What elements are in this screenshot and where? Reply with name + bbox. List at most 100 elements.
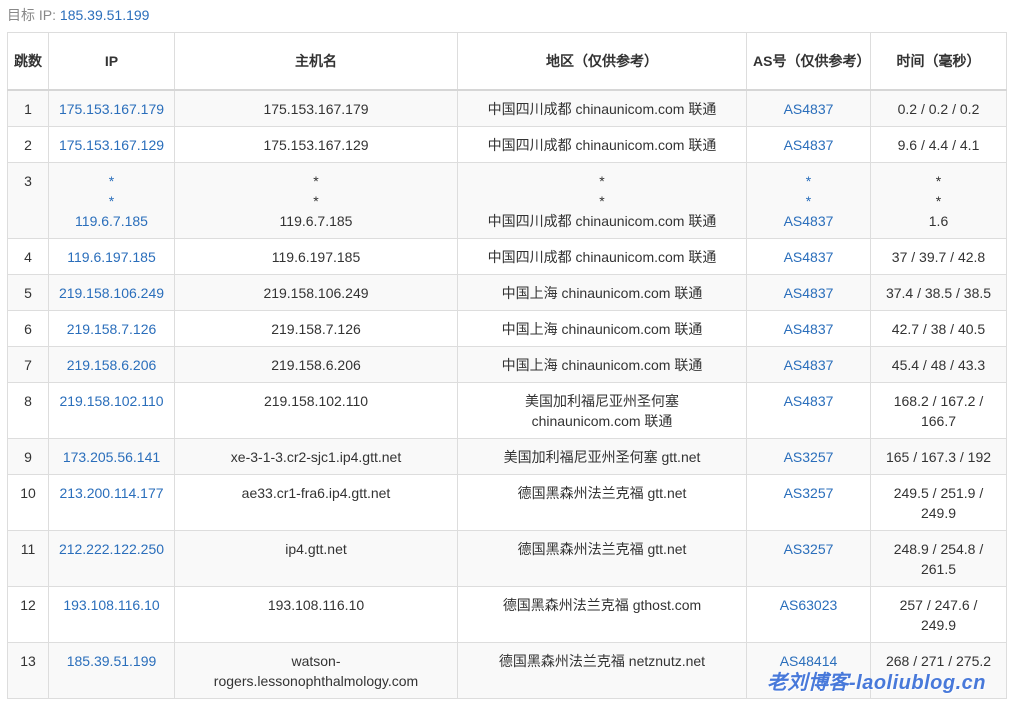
cell-as-link: * (805, 193, 812, 209)
table-cell-region: 中国四川成都 chinaunicom.com 联通 (457, 89, 747, 127)
table-cell-as: AS4837 (746, 274, 871, 311)
watermark: 老刘博客-laoliublog.cn (767, 672, 986, 694)
cell-host: * (313, 193, 319, 209)
cell-region: 德国黑森州法兰克福 gtt.net (517, 485, 687, 501)
cell-as-link[interactable]: AS4837 (751, 211, 866, 231)
cell-region: chinaunicom.com 联通 (531, 413, 673, 429)
cell-ip-link[interactable]: 173.205.56.141 (53, 447, 170, 467)
cell-ip-link[interactable]: 219.158.6.206 (53, 355, 170, 375)
cell-ip-link[interactable]: 219.158.106.249 (53, 283, 170, 303)
cell-ip-link[interactable]: 213.200.114.177 (53, 483, 170, 503)
table-cell-host: ip4.gtt.net (174, 530, 458, 587)
cell-as-link[interactable]: AS4837 (751, 247, 866, 267)
cell-as-link[interactable]: AS4837 (751, 135, 866, 155)
table-cell-time: 0.2 / 0.2 / 0.2 (870, 89, 1007, 127)
cell-as-link[interactable]: AS63023 (751, 595, 866, 615)
cell-host: 193.108.116.10 (267, 597, 365, 613)
cell-region: 中国四川成都 chinaunicom.com 联通 (487, 213, 717, 229)
cell-region: 中国四川成都 chinaunicom.com 联通 (487, 101, 717, 117)
table-row: 7 219.158.6.206 219.158.6.206 中国上海 chinauni… (7, 346, 1007, 383)
cell-as-link[interactable]: AS4837 (751, 391, 866, 411)
target-ip-label: 目标 IP: (7, 7, 57, 23)
cell-time: 0.2 / 0.2 / 0.2 (897, 101, 980, 117)
cell-region: 中国上海 chinaunicom.com 联通 (501, 357, 703, 373)
table-cell-region: 中国上海 chinaunicom.com 联通 (457, 346, 747, 383)
cell-ip-link[interactable]: 212.222.122.250 (53, 539, 170, 559)
cell-ip-link[interactable]: 185.39.51.199 (53, 651, 170, 671)
cell-ip-link[interactable]: 219.158.7.126 (53, 319, 170, 339)
table-cell-hop: 3 (7, 162, 49, 239)
table-cell-time: 37.4 / 38.5 / 38.5 (870, 274, 1007, 311)
table-cell-hop: 5 (7, 274, 49, 311)
cell-time: 45.4 / 48 / 43.3 (891, 357, 986, 373)
table-cell-as: AS4837 (746, 126, 871, 163)
cell-as-link: * (805, 173, 812, 189)
cell-as-link[interactable]: AS4837 (751, 355, 866, 375)
table-cell-host: xe-3-1-3.cr2-sjc1.ip4.gtt.net (174, 438, 458, 475)
table-cell-as: * * AS4837 (746, 162, 871, 239)
cell-host: ip4.gtt.net (285, 541, 347, 557)
cell-as-link[interactable]: AS4837 (751, 319, 866, 339)
cell-time: 168.2 / 167.2 / (893, 393, 984, 409)
table-cell-time: 42.7 / 38 / 40.5 (870, 310, 1007, 347)
table-cell-time: 257 / 247.6 / 249.9 (870, 586, 1007, 643)
table-cell-host: 219.158.7.126 (174, 310, 458, 347)
cell-region: 德国黑森州法兰克福 netznutz.net (498, 653, 706, 669)
cell-host: 219.158.106.249 (263, 285, 369, 301)
table-cell-host: ae33.cr1-fra6.ip4.gtt.net (174, 474, 458, 531)
table-cell-as: AS4837 (746, 238, 871, 275)
table-cell-region: * * 中国四川成都 chinaunicom.com 联通 (457, 162, 747, 239)
header-time: 时间（毫秒） (870, 32, 1007, 91)
table-cell-as: AS3257 (746, 438, 871, 475)
table-row: 12 193.108.116.10 193.108.116.10 德国黑森州法兰克福 … (7, 586, 1007, 643)
table-cell-ip: 185.39.51.199 (48, 642, 175, 699)
cell-ip-link[interactable]: 175.153.167.129 (53, 135, 170, 155)
table-cell-as: AS4837 (746, 382, 871, 439)
table-cell-hop: 8 (7, 382, 49, 439)
cell-region: 中国上海 chinaunicom.com 联通 (501, 321, 703, 337)
cell-as-link[interactable]: AS3257 (751, 447, 866, 467)
cell-host: watson- (291, 653, 341, 669)
table-row: 9 173.205.56.141 xe-3-1-3.cr2-sjc1.ip4.gtt… (7, 438, 1007, 475)
table-cell-region: 中国四川成都 chinaunicom.com 联通 (457, 126, 747, 163)
cell-host: 219.158.6.206 (271, 357, 361, 373)
cell-ip-link[interactable]: 175.153.167.179 (53, 99, 170, 119)
cell-time: 249.5 / 251.9 / (893, 485, 984, 501)
cell-host: 119.6.7.185 (279, 213, 353, 229)
table-cell-hop: 13 (7, 642, 49, 699)
cell-as-link[interactable]: AS4837 (751, 283, 866, 303)
cell-ip-link[interactable]: 119.6.197.185 (53, 247, 170, 267)
table-cell-host: 219.158.102.110 (174, 382, 458, 439)
cell-as-link[interactable]: AS4837 (751, 99, 866, 119)
cell-as-link[interactable]: AS3257 (751, 483, 866, 503)
table-cell-ip: 219.158.106.249 (48, 274, 175, 311)
table-cell-ip: 175.153.167.179 (48, 89, 175, 127)
cell-as-link[interactable]: AS3257 (751, 539, 866, 559)
table-cell-hop: 9 (7, 438, 49, 475)
table-cell-time: 168.2 / 167.2 / 166.7 (870, 382, 1007, 439)
table-cell-ip: 213.200.114.177 (48, 474, 175, 531)
target-ip-value[interactable]: 185.39.51.199 (60, 7, 150, 23)
header-ip: IP (48, 32, 175, 91)
cell-region: * (599, 193, 605, 209)
cell-region: 德国黑森州法兰克福 gthost.com (502, 597, 702, 613)
table-header-row: 跳数 IP 主机名 地区（仅供参考） AS号（仅供参考） 时间（毫秒） (7, 32, 1007, 91)
table-cell-hop: 4 (7, 238, 49, 275)
cell-ip-link[interactable]: 193.108.116.10 (53, 595, 170, 615)
header-host: 主机名 (174, 32, 458, 91)
table-cell-region: 中国上海 chinaunicom.com 联通 (457, 274, 747, 311)
cell-time: 37.4 / 38.5 / 38.5 (885, 285, 992, 301)
cell-time: 9.6 / 4.4 / 4.1 (897, 137, 980, 153)
table-cell-region: 中国四川成都 chinaunicom.com 联通 (457, 238, 747, 275)
table-cell-hop: 6 (7, 310, 49, 347)
cell-ip-link[interactable]: 219.158.102.110 (53, 391, 170, 411)
cell-region: 中国上海 chinaunicom.com 联通 (501, 285, 703, 301)
cell-ip-link[interactable]: 119.6.7.185 (53, 211, 170, 231)
cell-host: 219.158.102.110 (263, 393, 369, 409)
table-cell-time: 37 / 39.7 / 42.8 (870, 238, 1007, 275)
table-cell-time: * * 1.6 (870, 162, 1007, 239)
table-cell-host: 175.153.167.179 (174, 89, 458, 127)
traceroute-table: 跳数 IP 主机名 地区（仅供参考） AS号（仅供参考） 时间（毫秒） 1 175… (7, 32, 1007, 699)
table-cell-region: 德国黑森州法兰克福 gtt.net (457, 530, 747, 587)
cell-region: 德国黑森州法兰克福 gtt.net (517, 541, 687, 557)
